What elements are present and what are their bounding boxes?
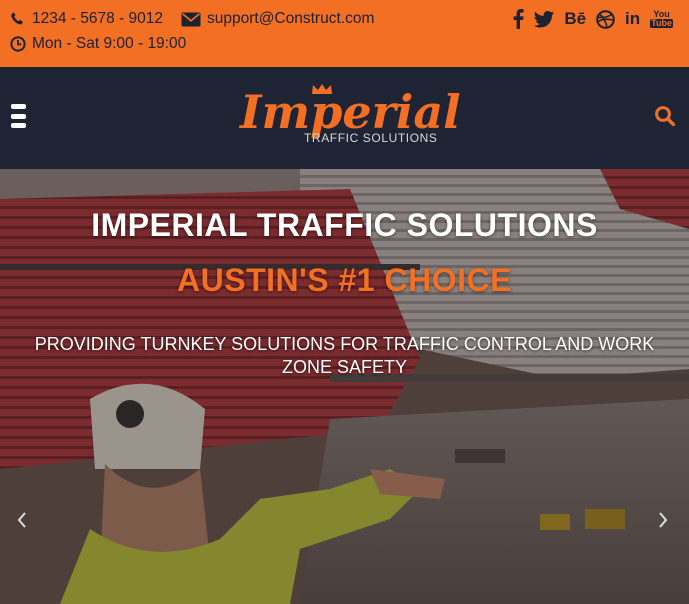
main-navbar: Imperial TRAFFIC SOLUTIONS — [0, 67, 689, 169]
youtube-icon[interactable]: You Tube — [650, 8, 673, 30]
hero-title: IMPERIAL TRAFFIC SOLUTIONS — [91, 207, 598, 243]
menu-bar — [11, 104, 26, 109]
social-links: Bē in You Tube — [513, 8, 673, 30]
site-logo[interactable]: Imperial TRAFFIC SOLUTIONS — [238, 81, 461, 153]
twitter-icon[interactable] — [534, 8, 555, 30]
behance-icon[interactable]: Bē — [564, 8, 586, 30]
chevron-right-icon — [659, 512, 668, 528]
envelope-icon — [181, 12, 201, 27]
hours-row: Mon - Sat 9:00 - 19:00 — [10, 35, 186, 53]
menu-toggle-button[interactable] — [11, 104, 26, 128]
slider-next-button[interactable] — [655, 509, 671, 531]
hero-subtitle: AUSTIN'S #1 CHOICE — [177, 262, 512, 298]
menu-bar — [11, 113, 26, 119]
dribbble-icon[interactable] — [596, 8, 615, 30]
slider-prev-button[interactable] — [14, 509, 30, 531]
logo-brand-text: Imperial — [240, 85, 461, 139]
phone-number[interactable]: 1234 - 5678 - 9012 — [32, 10, 163, 28]
hero-description: PROVIDING TURNKEY SOLUTIONS FOR TRAFFIC … — [34, 334, 655, 377]
youtube-tube-text: Tube — [650, 18, 673, 28]
facebook-icon[interactable] — [513, 8, 524, 30]
contact-row: 1234 - 5678 - 9012 support@Construct.com — [10, 10, 374, 28]
menu-bar — [11, 123, 26, 128]
top-info-bar: 1234 - 5678 - 9012 support@Construct.com… — [0, 0, 689, 67]
phone-icon — [10, 11, 26, 27]
clock-icon — [10, 36, 26, 52]
email-link[interactable]: support@Construct.com — [207, 10, 374, 28]
logo-subtitle: TRAFFIC SOLUTIONS — [304, 131, 438, 145]
linkedin-icon[interactable]: in — [625, 8, 640, 30]
business-hours: Mon - Sat 9:00 - 19:00 — [32, 35, 187, 52]
chevron-left-icon — [17, 512, 26, 528]
hero-slider: IMPERIAL TRAFFIC SOLUTIONS AUSTIN'S #1 C… — [0, 169, 689, 604]
search-icon[interactable] — [654, 105, 676, 127]
